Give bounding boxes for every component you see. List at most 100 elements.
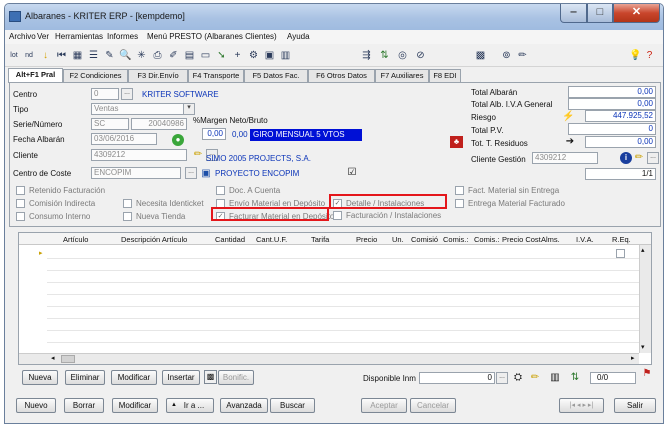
- document-icon[interactable]: ▤: [183, 49, 196, 62]
- col-comision[interactable]: Comisió: [411, 235, 438, 244]
- forma-pago-field[interactable]: GIRO MENSUAL 5 VTOS: [250, 129, 362, 141]
- refresh-icon[interactable]: ◎: [396, 49, 409, 62]
- tab-transporte[interactable]: F4 Transporte: [188, 69, 244, 82]
- tab-edi[interactable]: F8 EDI: [429, 69, 461, 82]
- col-tarifa[interactable]: Tarifa: [311, 235, 329, 244]
- col-precio[interactable]: Precio: [356, 235, 377, 244]
- wand-icon[interactable]: ✐: [167, 49, 180, 62]
- col-iva[interactable]: I.V.A.: [576, 235, 594, 244]
- record-nav-buttons[interactable]: |◂ ◂ ▸ ▸|: [559, 398, 604, 413]
- cliente-field[interactable]: 4309212: [91, 149, 187, 161]
- pencil-yellow-icon[interactable]: ✏: [192, 149, 204, 161]
- menu-presto[interactable]: Menú PRESTO (Albaranes Clientes): [147, 32, 277, 41]
- col-un[interactable]: Un.: [392, 235, 404, 244]
- tipo-select[interactable]: Ventas: [91, 103, 185, 115]
- horizontal-scroll-thumb[interactable]: [61, 355, 75, 363]
- menu-ayuda[interactable]: Ayuda: [287, 32, 310, 41]
- chart-icon[interactable]: ⇶: [360, 49, 373, 62]
- pencil-icon[interactable]: ✏: [516, 49, 529, 62]
- margen-neto-field[interactable]: 0,00: [202, 128, 226, 140]
- arrow-right-icon[interactable]: ➔: [565, 136, 575, 148]
- arrow-icon[interactable]: ➘: [215, 49, 228, 62]
- coste-lookup-button[interactable]: ...: [185, 167, 197, 179]
- alert-icon[interactable]: ♣: [450, 136, 463, 148]
- pin-icon[interactable]: ↓: [39, 49, 52, 62]
- eliminar-button[interactable]: Eliminar: [65, 370, 105, 385]
- edit-icon[interactable]: ✎: [103, 49, 116, 62]
- bonific-button[interactable]: Bonific.: [218, 370, 254, 385]
- scroll-up-icon[interactable]: ▴: [641, 246, 645, 254]
- add-icon[interactable]: +: [231, 49, 244, 62]
- grid-icon[interactable]: ▦: [71, 49, 84, 62]
- calc-line-icon[interactable]: ▥: [549, 372, 561, 384]
- menu-herramientas[interactable]: Herramientas: [55, 32, 103, 41]
- preview-icon[interactable]: 🔍: [119, 49, 132, 62]
- consumo-checkbox[interactable]: [16, 212, 25, 221]
- modificar-line-button[interactable]: Modificar: [111, 370, 157, 385]
- necesita-checkbox[interactable]: [123, 199, 132, 208]
- tab-dir-envio[interactable]: F3 Dir.Envío: [128, 69, 188, 82]
- req-checkbox[interactable]: [616, 249, 625, 258]
- fact-sin-checkbox[interactable]: [455, 186, 464, 195]
- cancelar-button[interactable]: Cancelar: [410, 398, 456, 413]
- col-precio-cost[interactable]: Precio Cost: [502, 235, 541, 244]
- link-icon[interactable]: ⊘: [414, 49, 427, 62]
- retenido-checkbox[interactable]: [16, 186, 25, 195]
- calculator-icon[interactable]: ▩: [474, 49, 487, 62]
- pencil-line-icon[interactable]: ✏: [530, 372, 540, 384]
- calendar-icon[interactable]: ▣: [263, 49, 276, 62]
- image-icon[interactable]: ▩: [204, 370, 217, 384]
- flag-icon[interactable]: ⚑: [641, 368, 653, 380]
- menu-ver[interactable]: Ver: [37, 32, 49, 41]
- nuevo-button[interactable]: Nuevo: [16, 398, 56, 413]
- horizontal-scrollbar[interactable]: [19, 353, 639, 364]
- menu-informes[interactable]: Informes: [107, 32, 138, 41]
- modificar-button[interactable]: Modificar: [112, 398, 158, 413]
- col-comis-2[interactable]: Comis.:: [443, 235, 468, 244]
- tab-datos-fac[interactable]: F5 Datos Fac.: [244, 69, 308, 82]
- lines-grid[interactable]: Artículo Descripción Artículo Cantidad C…: [18, 232, 652, 365]
- insertar-button[interactable]: Insertar: [162, 370, 200, 385]
- fecha-field[interactable]: 03/06/2016: [91, 133, 157, 145]
- scroll-left-icon[interactable]: ◂: [51, 354, 55, 362]
- filter-icon[interactable]: ⚙: [247, 49, 260, 62]
- col-alms[interactable]: Alms.: [541, 235, 560, 244]
- lightning-icon[interactable]: ⚡: [562, 111, 574, 123]
- calendar-refresh-icon[interactable]: ●: [172, 134, 184, 146]
- first-record-icon[interactable]: ⏮: [55, 49, 68, 62]
- centro-lookup-button[interactable]: ...: [121, 88, 133, 100]
- chevron-down-icon[interactable]: ▾: [183, 103, 195, 115]
- minimize-button[interactable]: ‒: [560, 4, 587, 23]
- col-descripcion[interactable]: Descripción Artículo: [121, 235, 187, 244]
- tab-condiciones[interactable]: F2 Condiciones: [63, 69, 128, 82]
- tab-pral[interactable]: Alt+F1 Pral: [8, 68, 63, 83]
- scroll-right-icon[interactable]: ▸: [631, 354, 635, 362]
- disponible-lookup-button[interactable]: ...: [496, 372, 508, 384]
- tienda-checkbox[interactable]: [123, 212, 132, 221]
- aceptar-button[interactable]: Aceptar: [361, 398, 407, 413]
- arrows-icon[interactable]: ⇅: [569, 372, 581, 384]
- lot-button[interactable]: lot: [7, 49, 21, 62]
- export-icon[interactable]: ⇅: [378, 49, 391, 62]
- buscar-button[interactable]: Buscar: [270, 398, 315, 413]
- col-req[interactable]: R.Eq.: [612, 235, 631, 244]
- fact-instal-checkbox[interactable]: [333, 211, 342, 220]
- col-comis-3[interactable]: Comis.:: [474, 235, 499, 244]
- binoculars-icon[interactable]: ⛭: [512, 372, 524, 384]
- pencil-yellow-2-icon[interactable]: ✏: [634, 152, 644, 164]
- salir-button[interactable]: Salir: [614, 398, 656, 413]
- vertical-scrollbar[interactable]: [639, 245, 651, 353]
- info-icon[interactable]: i: [620, 152, 632, 164]
- glasses-icon[interactable]: ⊚: [500, 49, 513, 62]
- col-cant-uf[interactable]: Cant.U.F.: [256, 235, 287, 244]
- gestion-field[interactable]: 4309212: [532, 152, 598, 164]
- col-articulo[interactable]: Artículo: [63, 235, 88, 244]
- project-icon[interactable]: ▣: [200, 168, 212, 180]
- close-button[interactable]: ✕: [613, 4, 660, 23]
- menu-archivo[interactable]: Archivo: [9, 32, 36, 41]
- serie-field[interactable]: SC: [91, 118, 129, 130]
- numero-field[interactable]: 20040986: [131, 118, 187, 130]
- nd-button[interactable]: nd: [22, 49, 36, 62]
- ir-a-button[interactable]: ▲ Ir a ...: [166, 398, 214, 413]
- gestion-lookup-button[interactable]: ...: [647, 152, 659, 164]
